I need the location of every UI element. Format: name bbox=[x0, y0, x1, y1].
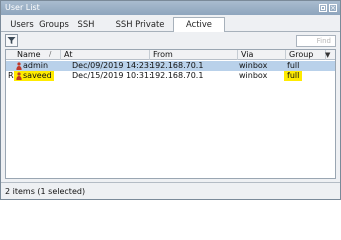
close-button[interactable]: × bbox=[329, 4, 337, 12]
row-flag bbox=[8, 61, 14, 71]
column-header-via[interactable]: Via bbox=[238, 50, 286, 60]
table-header: Name / At From Via Group ▼ bbox=[6, 50, 335, 60]
active-users-table: Name / At From Via Group ▼ admin Dec/09/… bbox=[5, 49, 336, 179]
tab-bar: Users Groups SSH Keys SSH Private Keys A… bbox=[1, 15, 340, 42]
filter-button[interactable] bbox=[5, 34, 18, 47]
maximize-icon bbox=[321, 6, 325, 10]
tab-ssh-private-keys[interactable]: SSH Private Keys bbox=[107, 18, 173, 42]
user-icon bbox=[16, 62, 22, 70]
cell-via: winbox bbox=[239, 71, 268, 80]
table-row[interactable]: R saveed Dec/15/2019 10:31:15 192.168.70… bbox=[6, 71, 335, 81]
cell-at: Dec/15/2019 10:31:15 bbox=[72, 71, 152, 80]
filter-icon bbox=[7, 37, 16, 44]
cell-group: full bbox=[287, 61, 300, 70]
maximize-button[interactable] bbox=[319, 4, 327, 12]
column-header-group[interactable]: Group bbox=[286, 50, 326, 60]
status-bar: 2 items (1 selected) bbox=[1, 182, 340, 199]
sort-indicator: / bbox=[49, 50, 52, 58]
tab-groups[interactable]: Groups bbox=[37, 18, 71, 32]
status-text: 2 items (1 selected) bbox=[5, 187, 86, 196]
title-bar[interactable]: User List × bbox=[1, 1, 340, 15]
column-menu-arrow-icon[interactable]: ▼ bbox=[325, 51, 330, 59]
cell-via: winbox bbox=[239, 61, 268, 70]
cell-group: full bbox=[287, 71, 300, 80]
cell-from: 192.168.70.1 bbox=[150, 71, 204, 80]
table-row[interactable]: admin Dec/09/2019 14:23:04 192.168.70.1 … bbox=[6, 61, 335, 71]
cell-at: Dec/09/2019 14:23:04 bbox=[72, 61, 152, 70]
cell-from: 192.168.70.1 bbox=[150, 61, 204, 70]
column-header-at[interactable]: At bbox=[61, 50, 150, 60]
window-title: User List bbox=[5, 3, 40, 12]
user-icon bbox=[16, 72, 22, 80]
column-header-name[interactable]: Name bbox=[14, 50, 61, 60]
tab-users[interactable]: Users bbox=[7, 18, 37, 32]
tab-ssh-keys[interactable]: SSH Keys bbox=[67, 18, 105, 42]
cell-name: saveed bbox=[23, 71, 52, 80]
tab-active-users[interactable]: Active Users bbox=[173, 17, 225, 42]
cell-name: admin bbox=[23, 61, 49, 70]
toolbar: Find bbox=[1, 32, 340, 49]
user-list-window: User List × Users Groups SSH Keys SSH Pr… bbox=[0, 0, 341, 200]
find-input[interactable]: Find bbox=[296, 35, 336, 47]
column-header-from[interactable]: From bbox=[150, 50, 238, 60]
